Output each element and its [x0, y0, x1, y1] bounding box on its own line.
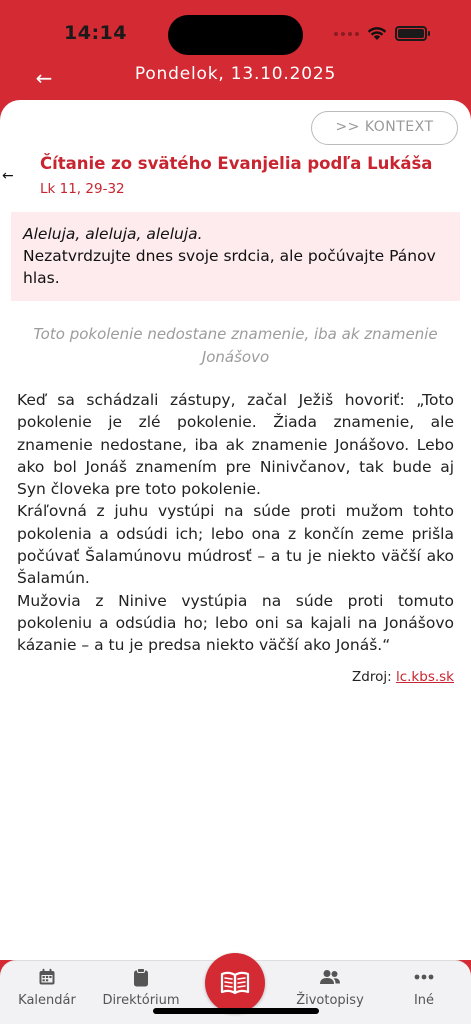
- home-indicator: [153, 1008, 319, 1014]
- more-dots-icon: [414, 974, 434, 980]
- tab-label: Kalendár: [18, 993, 76, 1008]
- tab-zivotopisy[interactable]: Životopisy: [290, 967, 370, 1008]
- alleluia-box: Aleluja, aleluja, aleluja. Nezatvrdzujte…: [11, 212, 460, 301]
- cellular-signal-icon: [334, 31, 359, 36]
- source-link[interactable]: lc.kbs.sk: [396, 669, 454, 685]
- calendar-icon: [39, 968, 55, 985]
- clipboard-icon: [134, 967, 148, 986]
- status-icons: [334, 26, 430, 41]
- people-icon: [320, 970, 340, 984]
- battery-icon: [395, 26, 430, 41]
- wifi-icon: [367, 27, 387, 40]
- tab-label: Životopisy: [296, 993, 364, 1008]
- tab-label: Direktórium: [102, 993, 180, 1008]
- reading-paragraph: Keď sa schádzali zástupy, začal Ježiš ho…: [17, 391, 454, 499]
- open-book-icon: [220, 971, 250, 995]
- kontext-button[interactable]: >> KONTEXT: [311, 111, 458, 145]
- tab-ine[interactable]: Iné: [398, 967, 450, 1008]
- page-title: Pondelok, 13.10.2025: [134, 64, 337, 84]
- source-label: Zdroj:: [352, 669, 392, 685]
- status-time: 14:14: [64, 22, 127, 44]
- alleluia-acclamation: Aleluja, aleluja, aleluja.: [23, 225, 203, 243]
- dynamic-island: [168, 15, 303, 55]
- reading-body: Keď sa schádzali zástupy, začal Ježiš ho…: [17, 389, 454, 657]
- alleluia-verse: Nezatvrdzujte dnes svoje srdcia, ale poč…: [23, 247, 436, 287]
- reading-motto: Toto pokolenie nedostane znamenie, iba a…: [33, 325, 438, 366]
- left-arrow-icon[interactable]: ←: [2, 168, 14, 184]
- reading-title: Čítanie zo svätého Evanjelia podľa Lukáš…: [40, 154, 433, 173]
- reading-paragraph: Kráľovná z juhu vystúpi na súde proti mu…: [17, 502, 454, 588]
- source-line: Zdroj: lc.kbs.sk: [352, 669, 454, 685]
- tab-direktorium[interactable]: Direktórium: [98, 967, 184, 1008]
- tab-kalendar[interactable]: Kalendár: [10, 967, 84, 1008]
- reading-paragraph: Mužovia z Ninive vystúpia na súde proti …: [17, 591, 454, 655]
- app-header: 14:14 ← Pondelok, 13.10.2025: [0, 0, 471, 110]
- tab-label: Iné: [413, 993, 435, 1008]
- tab-reading-center-button[interactable]: [205, 953, 265, 1013]
- reading-reference: Lk 11, 29-32: [40, 181, 125, 197]
